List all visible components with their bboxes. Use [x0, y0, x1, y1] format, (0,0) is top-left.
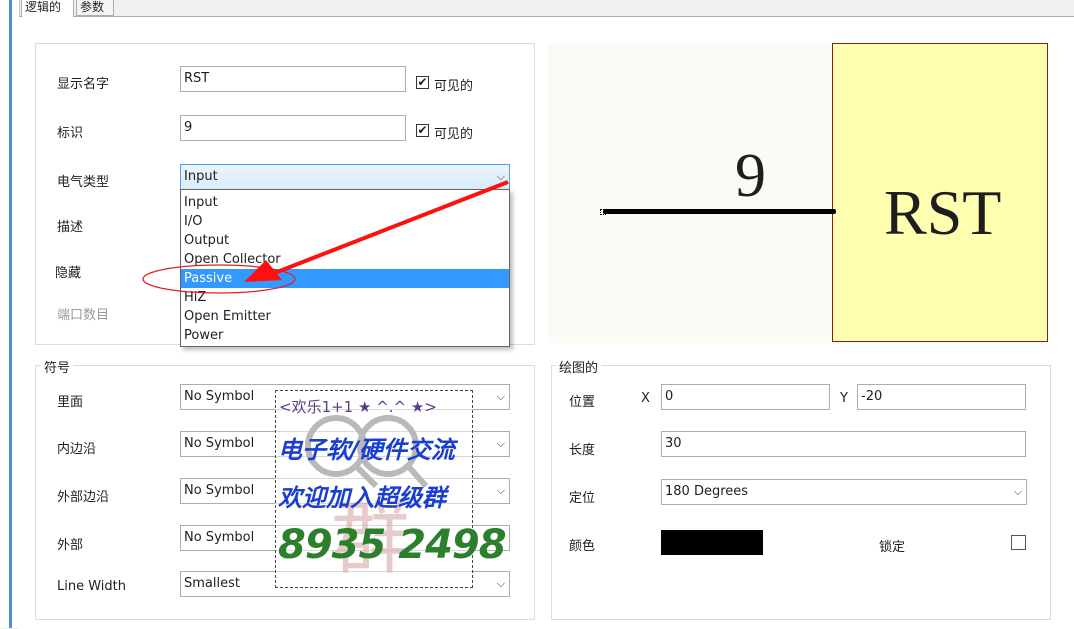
- watermark-number: 8935 2498: [278, 522, 507, 568]
- chevron-down-icon: ⌵: [496, 390, 505, 403]
- orientation-select[interactable]: 180 Degrees ⌵: [661, 479, 1027, 505]
- graphics-group-label: 绘图的: [556, 357, 602, 376]
- pin-line: [603, 209, 836, 214]
- color-swatch[interactable]: [661, 530, 763, 555]
- locked-checkbox[interactable]: [1011, 535, 1026, 550]
- locked-label: 锁定: [879, 540, 906, 555]
- inside-edge-label: 内边沿: [57, 442, 97, 457]
- chevron-down-icon: ⌵: [496, 437, 505, 450]
- orientation-value: 180 Degrees: [665, 484, 749, 499]
- chevron-down-icon: ⌵: [1013, 485, 1022, 498]
- length-label: 长度: [569, 443, 596, 458]
- pin-name-text: RST: [884, 177, 1002, 248]
- pin-hotspot: [600, 209, 606, 215]
- chevron-down-icon: ⌵: [496, 484, 505, 497]
- outside-edge-value: No Symbol: [184, 483, 255, 498]
- outside-edge-label: 外部边沿: [57, 490, 110, 505]
- inside-label: 里面: [57, 395, 84, 410]
- location-x-label: X: [641, 391, 650, 406]
- location-x-input[interactable]: 0: [661, 384, 830, 410]
- chevron-down-icon: ⌵: [496, 577, 505, 590]
- watermark-top-text: <欢乐1+1 ★ ^.^ ★>: [279, 398, 437, 416]
- color-label: 颜色: [569, 539, 596, 554]
- inside-edge-value: No Symbol: [184, 436, 255, 451]
- pin-number-text: 9: [735, 142, 766, 210]
- location-label: 位置: [569, 395, 596, 410]
- location-y-label: Y: [840, 391, 848, 406]
- location-y-input[interactable]: -20: [857, 384, 1026, 410]
- line-width-value: Smallest: [184, 576, 240, 591]
- outside-label: 外部: [57, 538, 84, 553]
- length-input[interactable]: 30: [661, 431, 1026, 457]
- red-arrow-shaft: [271, 180, 509, 276]
- watermark-line1: 电子软/硬件交流: [278, 436, 455, 464]
- line-width-label: Line Width: [57, 579, 126, 594]
- watermark-line2: 欢迎加入超级群: [278, 484, 446, 512]
- symbols-group-label: 符号: [41, 357, 74, 376]
- outside-value: No Symbol: [184, 530, 255, 545]
- inside-value: No Symbol: [184, 389, 255, 404]
- orientation-label: 定位: [569, 491, 596, 506]
